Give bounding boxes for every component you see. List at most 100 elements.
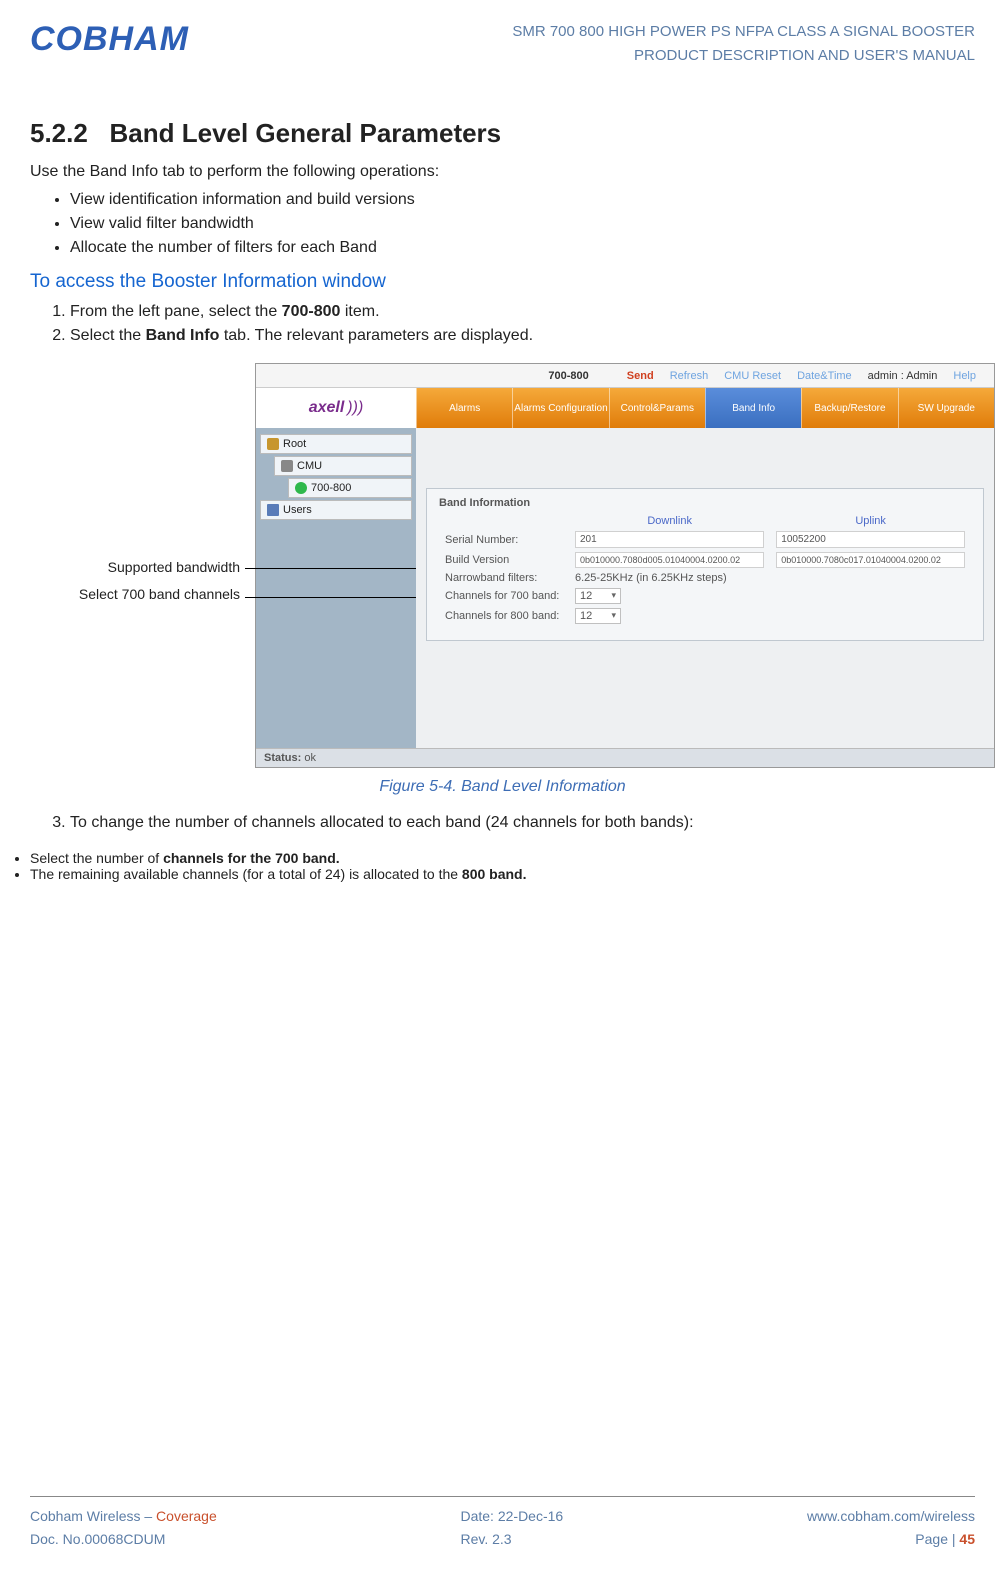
post-steps: To change the number of channels allocat…	[30, 814, 975, 832]
row-nb-label: Narrowband filters:	[439, 570, 569, 586]
intro-text: Use the Band Info tab to perform the fol…	[30, 163, 975, 181]
bullet-item: View valid filter bandwidth	[70, 215, 975, 233]
build-downlink: 0b010000.7080d005.01040004.0200.02	[575, 552, 764, 568]
tree-label: Users	[283, 504, 312, 516]
step-text: Select the	[70, 327, 146, 344]
cobham-logo: COBHAM	[30, 20, 189, 59]
serial-downlink: 201	[575, 531, 764, 548]
section-title-text: Band Level General Parameters	[110, 118, 502, 148]
footer-date: Date: 22-Dec-16	[460, 1505, 563, 1527]
tab-control-params[interactable]: Control&Params	[609, 388, 705, 428]
page-header: COBHAM SMR 700 800 HIGH POWER PS NFPA CL…	[30, 20, 975, 68]
section-heading: 5.2.2 Band Level General Parameters	[30, 118, 975, 149]
access-heading: To access the Booster Information window	[30, 271, 975, 293]
intro-bullets: View identification information and buil…	[30, 191, 975, 257]
channels-800-select[interactable]: 12	[575, 608, 621, 624]
sub-bullet: The remaining available channels (for a …	[30, 866, 975, 882]
band-info-box: Band Information Downlink Uplink Serial …	[426, 488, 984, 641]
row-ch700-label: Channels for 700 band:	[439, 586, 569, 606]
doc-title-line1: SMR 700 800 HIGH POWER PS NFPA CLASS A S…	[512, 20, 975, 44]
figure-container: Supported bandwidth Select 700 band chan…	[30, 363, 975, 768]
step-bold: 700-800	[282, 303, 341, 320]
users-icon	[267, 504, 279, 516]
step-item: Select the Band Info tab. The relevant p…	[70, 327, 975, 345]
footer-rev: Rev. 2.3	[460, 1528, 563, 1550]
row-serial-label: Serial Number:	[439, 529, 569, 550]
sub-bold: 800 band.	[462, 866, 527, 882]
sub-text: Select the number of	[30, 850, 163, 866]
send-link[interactable]: Send	[627, 370, 654, 382]
device-icon	[281, 460, 293, 472]
cmu-reset-link[interactable]: CMU Reset	[724, 370, 781, 382]
step-bold: Band Info	[146, 327, 220, 344]
refresh-link[interactable]: Refresh	[670, 370, 709, 382]
footer-page-label: Page |	[915, 1531, 959, 1547]
serial-uplink: 10052200	[776, 531, 965, 548]
step-text: From the left pane, select the	[70, 303, 282, 320]
folder-icon	[267, 438, 279, 450]
status-bar: Status: ok	[256, 748, 994, 767]
figure-caption: Figure 5-4. Band Level Information	[30, 778, 975, 796]
annotation-leader-line	[245, 568, 445, 569]
annotation-supported-bandwidth: Supported bandwidth	[30, 559, 240, 575]
tab-sw-upgrade[interactable]: SW Upgrade	[898, 388, 994, 428]
step-text: item.	[340, 303, 379, 320]
tree-label: 700-800	[311, 482, 351, 494]
footer-center: Date: 22-Dec-16 Rev. 2.3	[460, 1505, 563, 1550]
status-dot-icon	[295, 482, 307, 494]
sub-text: The remaining available channels (for a …	[30, 866, 462, 882]
datetime-link[interactable]: Date&Time	[797, 370, 852, 382]
help-link[interactable]: Help	[953, 370, 976, 382]
step-item: To change the number of channels allocat…	[70, 814, 975, 832]
footer-right: www.cobham.com/wireless Page | 45	[807, 1505, 975, 1550]
status-label: Status:	[264, 752, 301, 764]
panel-title: Band Information	[439, 497, 971, 509]
tab-backup-restore[interactable]: Backup/Restore	[801, 388, 897, 428]
tab-row: axell))) Alarms Alarms Configuration Con…	[256, 388, 994, 428]
build-uplink: 0b010000.7080c017.01040004.0200.02	[776, 552, 965, 568]
row-ch800-label: Channels for 800 band:	[439, 606, 569, 626]
footer-coverage: Coverage	[156, 1508, 217, 1524]
topbar-title: 700-800	[548, 370, 588, 382]
tab-alarms[interactable]: Alarms	[416, 388, 512, 428]
sub-bullets: Select the number of channels for the 70…	[30, 850, 975, 882]
axell-logo: axell)))	[256, 388, 416, 428]
section-number: 5.2.2	[30, 118, 88, 148]
tree-users[interactable]: Users	[260, 500, 412, 520]
doc-title-line2: PRODUCT DESCRIPTION AND USER'S MANUAL	[512, 44, 975, 68]
main-panel: Band Information Downlink Uplink Serial …	[416, 428, 994, 748]
footer-left: Cobham Wireless – Coverage Doc. No.00068…	[30, 1505, 217, 1550]
sub-bullet: Select the number of channels for the 70…	[30, 850, 975, 866]
tree-label: CMU	[297, 460, 322, 472]
tree-root[interactable]: Root	[260, 434, 412, 454]
footer-url: www.cobham.com/wireless	[807, 1505, 975, 1527]
tab-alarms-config[interactable]: Alarms Configuration	[512, 388, 608, 428]
col-uplink: Uplink	[770, 513, 971, 529]
footer-docno: Doc. No.00068CDUM	[30, 1528, 217, 1550]
admin-label: admin : Admin	[868, 370, 938, 382]
content-area: Root CMU 700-800 Users Band Information	[256, 428, 994, 748]
document-title-block: SMR 700 800 HIGH POWER PS NFPA CLASS A S…	[512, 20, 975, 68]
footer-page-number: 45	[959, 1531, 975, 1547]
procedure-steps: From the left pane, select the 700-800 i…	[30, 303, 975, 345]
bullet-item: View identification information and buil…	[70, 191, 975, 209]
step-text: tab. The relevant parameters are display…	[219, 327, 533, 344]
tree-label: Root	[283, 438, 306, 450]
bullet-item: Allocate the number of filters for each …	[70, 239, 975, 257]
row-build-label: Build Version	[439, 550, 569, 570]
footer-brand: Cobham Wireless –	[30, 1508, 156, 1524]
channels-700-select[interactable]: 12	[575, 588, 621, 604]
status-value: ok	[304, 752, 316, 764]
app-screenshot: 700-800 Send Refresh CMU Reset Date&Time…	[255, 363, 995, 768]
axell-text: axell	[309, 399, 345, 417]
sub-bold: channels for the 700 band.	[163, 850, 340, 866]
band-info-table: Downlink Uplink Serial Number: 201 10052…	[439, 513, 971, 626]
page-footer: Cobham Wireless – Coverage Doc. No.00068…	[30, 1496, 975, 1550]
col-downlink: Downlink	[569, 513, 770, 529]
tree-cmu[interactable]: CMU	[274, 456, 412, 476]
nb-value: 6.25-25KHz (in 6.25KHz steps)	[569, 570, 971, 586]
tree-700-800[interactable]: 700-800	[288, 478, 412, 498]
tab-band-info[interactable]: Band Info	[705, 388, 801, 428]
sidebar-tree: Root CMU 700-800 Users	[256, 428, 416, 748]
annotation-select-700: Select 700 band channels	[30, 585, 240, 603]
